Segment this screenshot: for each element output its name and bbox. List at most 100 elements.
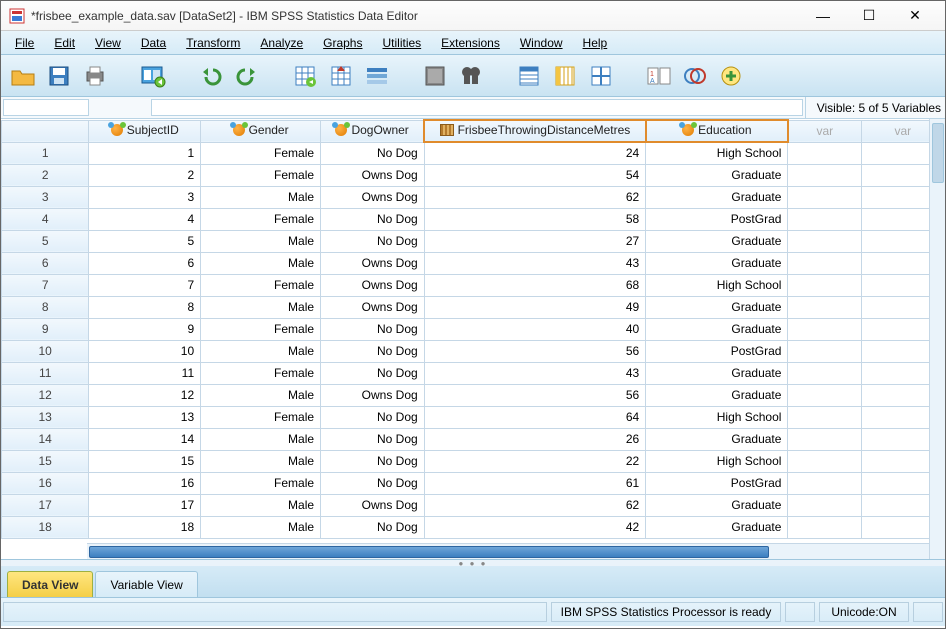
row-number[interactable]: 16 <box>2 472 89 494</box>
cell-gender[interactable]: Female <box>201 406 321 428</box>
insert-variable-icon[interactable] <box>549 60 581 92</box>
variables-icon[interactable] <box>361 60 393 92</box>
cell-subjectid[interactable]: 17 <box>89 494 201 516</box>
cell-gender[interactable]: Male <box>201 450 321 472</box>
cell-dogowner[interactable]: Owns Dog <box>321 164 425 186</box>
cell-subjectid[interactable]: 9 <box>89 318 201 340</box>
value-labels-icon[interactable]: 1A <box>643 60 675 92</box>
tab-data-view[interactable]: Data View <box>7 571 93 597</box>
cell-dogowner[interactable]: No Dog <box>321 142 425 164</box>
cell-education[interactable]: High School <box>646 450 788 472</box>
row-number[interactable]: 7 <box>2 274 89 296</box>
cell-gender[interactable]: Male <box>201 296 321 318</box>
menu-help[interactable]: Help <box>573 33 618 53</box>
cell-education[interactable]: Graduate <box>646 164 788 186</box>
row-number[interactable]: 15 <box>2 450 89 472</box>
cell-dogowner[interactable]: No Dog <box>321 362 425 384</box>
row-header-corner[interactable] <box>2 120 89 142</box>
insert-cases-icon[interactable] <box>513 60 545 92</box>
cell-education[interactable]: Graduate <box>646 318 788 340</box>
open-icon[interactable] <box>7 60 39 92</box>
cell-subjectid[interactable]: 8 <box>89 296 201 318</box>
cell-education[interactable]: Graduate <box>646 384 788 406</box>
cell-frisbeethrowingdistancemetres[interactable]: 62 <box>424 494 646 516</box>
cell-frisbeethrowingdistancemetres[interactable]: 62 <box>424 186 646 208</box>
cell-dogowner[interactable]: No Dog <box>321 340 425 362</box>
cell-subjectid[interactable]: 12 <box>89 384 201 406</box>
cell-dogowner[interactable]: Owns Dog <box>321 494 425 516</box>
cell-frisbeethrowingdistancemetres[interactable]: 54 <box>424 164 646 186</box>
close-button[interactable]: ✕ <box>893 5 937 27</box>
cell-dogowner[interactable]: Owns Dog <box>321 252 425 274</box>
cell-frisbeethrowingdistancemetres[interactable]: 68 <box>424 274 646 296</box>
cell-education[interactable]: Graduate <box>646 516 788 538</box>
menu-analyze[interactable]: Analyze <box>250 33 313 53</box>
cell-education[interactable]: High School <box>646 406 788 428</box>
cell-dogowner[interactable]: No Dog <box>321 406 425 428</box>
cell-education[interactable]: Graduate <box>646 186 788 208</box>
cell-dogowner[interactable]: Owns Dog <box>321 274 425 296</box>
cell-education[interactable]: Graduate <box>646 230 788 252</box>
cell-gender[interactable]: Female <box>201 362 321 384</box>
cell-frisbeethrowingdistancemetres[interactable]: 64 <box>424 406 646 428</box>
cell-subjectid[interactable]: 6 <box>89 252 201 274</box>
cell-empty[interactable] <box>788 494 861 516</box>
cell-frisbeethrowingdistancemetres[interactable]: 42 <box>424 516 646 538</box>
cell-empty[interactable] <box>788 362 861 384</box>
cell-dogowner[interactable]: No Dog <box>321 450 425 472</box>
row-number[interactable]: 9 <box>2 318 89 340</box>
column-header-gender[interactable]: Gender <box>201 120 321 142</box>
horizontal-scrollbar[interactable] <box>87 543 929 559</box>
cell-empty[interactable] <box>788 186 861 208</box>
row-number[interactable]: 14 <box>2 428 89 450</box>
cell-dogowner[interactable]: Owns Dog <box>321 384 425 406</box>
cell-empty[interactable] <box>788 340 861 362</box>
cell-empty[interactable] <box>788 450 861 472</box>
cell-reference-box[interactable] <box>3 99 89 116</box>
cell-empty[interactable] <box>788 384 861 406</box>
row-number[interactable]: 5 <box>2 230 89 252</box>
cell-gender[interactable]: Male <box>201 516 321 538</box>
menu-window[interactable]: Window <box>510 33 573 53</box>
save-icon[interactable] <box>43 60 75 92</box>
cell-subjectid[interactable]: 14 <box>89 428 201 450</box>
goto-case-icon[interactable] <box>289 60 321 92</box>
cell-education[interactable]: PostGrad <box>646 340 788 362</box>
cell-subjectid[interactable]: 16 <box>89 472 201 494</box>
row-number[interactable]: 11 <box>2 362 89 384</box>
row-number[interactable]: 3 <box>2 186 89 208</box>
cell-dogowner[interactable]: No Dog <box>321 208 425 230</box>
cell-empty[interactable] <box>788 274 861 296</box>
cell-education[interactable]: Graduate <box>646 494 788 516</box>
show-all-variables-icon[interactable] <box>715 60 747 92</box>
row-number[interactable]: 18 <box>2 516 89 538</box>
menu-utilities[interactable]: Utilities <box>372 33 431 53</box>
cell-gender[interactable]: Male <box>201 252 321 274</box>
goto-variable-icon[interactable] <box>325 60 357 92</box>
menu-transform[interactable]: Transform <box>176 33 250 53</box>
cell-subjectid[interactable]: 18 <box>89 516 201 538</box>
cell-empty[interactable] <box>788 164 861 186</box>
find-icon[interactable] <box>455 60 487 92</box>
column-header-education[interactable]: Education <box>646 120 788 142</box>
row-number[interactable]: 13 <box>2 406 89 428</box>
cell-gender[interactable]: Female <box>201 164 321 186</box>
maximize-button[interactable]: ☐ <box>847 5 891 27</box>
cell-dogowner[interactable]: No Dog <box>321 428 425 450</box>
run-descriptives-icon[interactable] <box>419 60 451 92</box>
cell-subjectid[interactable]: 2 <box>89 164 201 186</box>
cell-subjectid[interactable]: 7 <box>89 274 201 296</box>
cell-gender[interactable]: Male <box>201 384 321 406</box>
cell-empty[interactable] <box>788 252 861 274</box>
cell-gender[interactable]: Male <box>201 186 321 208</box>
menu-extensions[interactable]: Extensions <box>431 33 510 53</box>
cell-dogowner[interactable]: Owns Dog <box>321 296 425 318</box>
cell-education[interactable]: Graduate <box>646 428 788 450</box>
cell-empty[interactable] <box>788 472 861 494</box>
cell-gender[interactable]: Male <box>201 340 321 362</box>
cell-frisbeethrowingdistancemetres[interactable]: 58 <box>424 208 646 230</box>
cell-subjectid[interactable]: 1 <box>89 142 201 164</box>
cell-education[interactable]: High School <box>646 142 788 164</box>
cell-dogowner[interactable]: No Dog <box>321 472 425 494</box>
print-icon[interactable] <box>79 60 111 92</box>
